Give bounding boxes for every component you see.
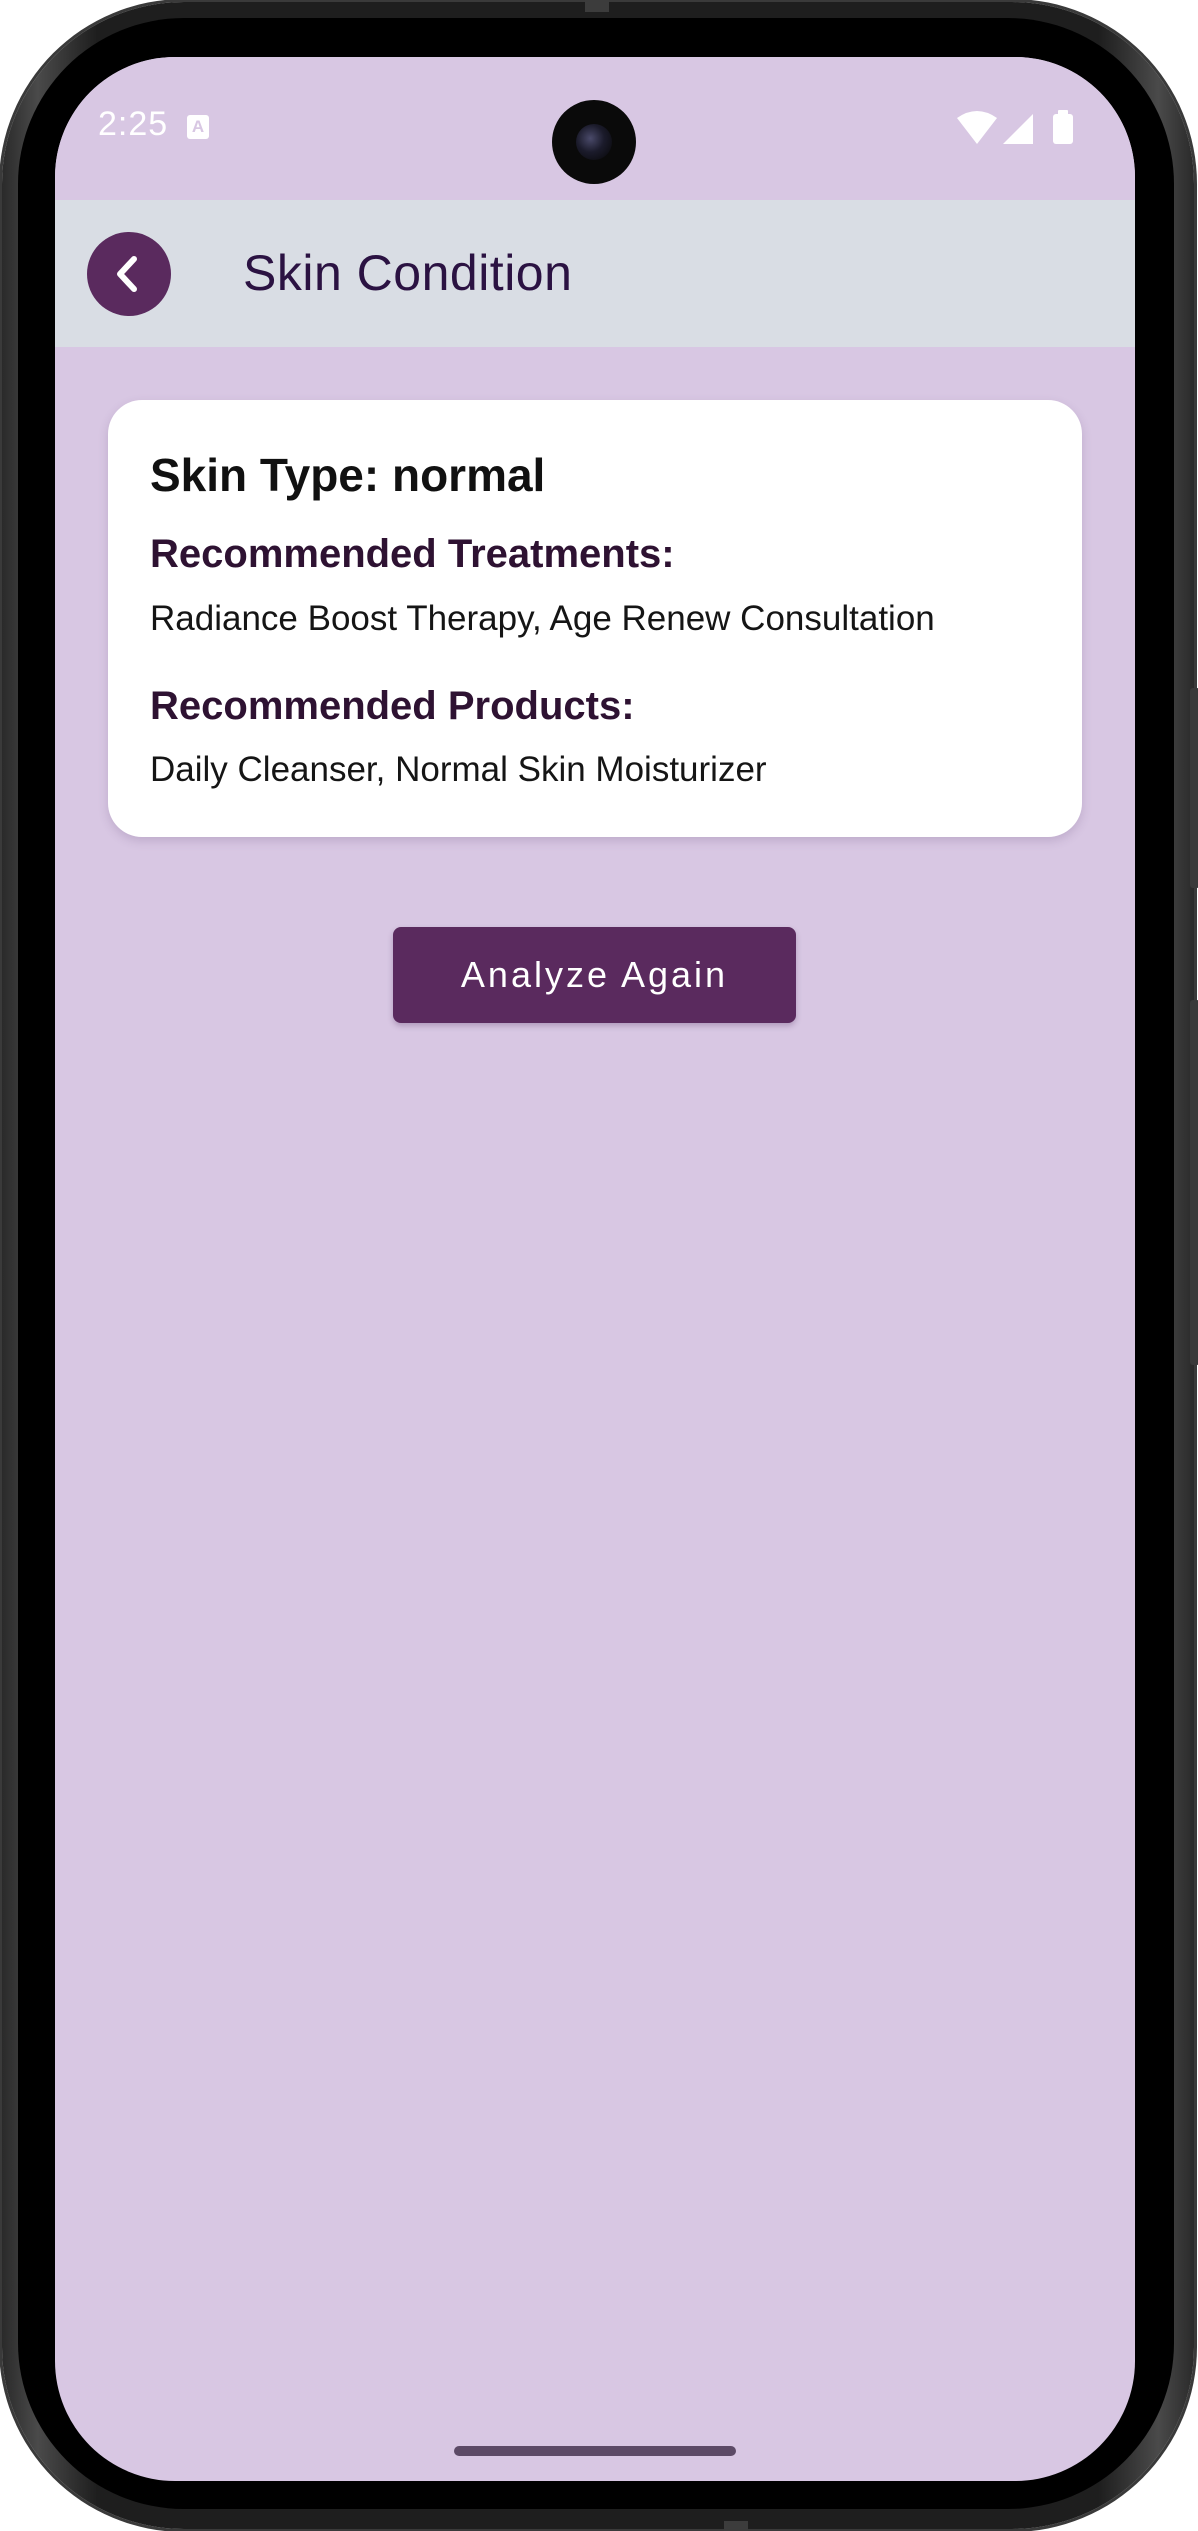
- app-bar: Skin Condition: [55, 200, 1135, 347]
- chevron-left-icon: [117, 256, 137, 292]
- status-icons: [955, 110, 1095, 146]
- screen: 2:25 A Skin Condition Skin Type: normal …: [55, 57, 1135, 2481]
- back-button[interactable]: [87, 232, 171, 316]
- phone-device: 2:25 A Skin Condition Skin Type: normal …: [0, 0, 1198, 2531]
- status-bar: 2:25 A: [55, 57, 1135, 200]
- volume-button[interactable]: [1190, 1000, 1198, 1365]
- notification-a-icon: A: [187, 115, 209, 139]
- frame-bottom-seam: [724, 2521, 748, 2531]
- treatments-text: Radiance Boost Therapy, Age Renew Consul…: [150, 599, 935, 638]
- home-indicator[interactable]: [454, 2446, 736, 2456]
- analyze-again-button[interactable]: Analyze Again: [393, 927, 796, 1023]
- power-button[interactable]: [1190, 688, 1198, 888]
- status-time: 2:25: [98, 105, 169, 143]
- battery-icon: [1053, 110, 1073, 144]
- camera-lens: [576, 124, 612, 160]
- front-camera: [552, 100, 636, 184]
- treatments-heading: Recommended Treatments:: [150, 532, 675, 576]
- frame-top-seam: [585, 0, 609, 12]
- products-heading: Recommended Products:: [150, 684, 635, 728]
- skin-result-card: Skin Type: normal Recommended Treatments…: [108, 400, 1082, 837]
- wifi-icon: [957, 111, 997, 144]
- page-title: Skin Condition: [243, 245, 573, 301]
- skin-type-heading: Skin Type: normal: [150, 449, 546, 501]
- products-text: Daily Cleanser, Normal Skin Moisturizer: [150, 750, 767, 789]
- signal-icon: [1003, 114, 1033, 144]
